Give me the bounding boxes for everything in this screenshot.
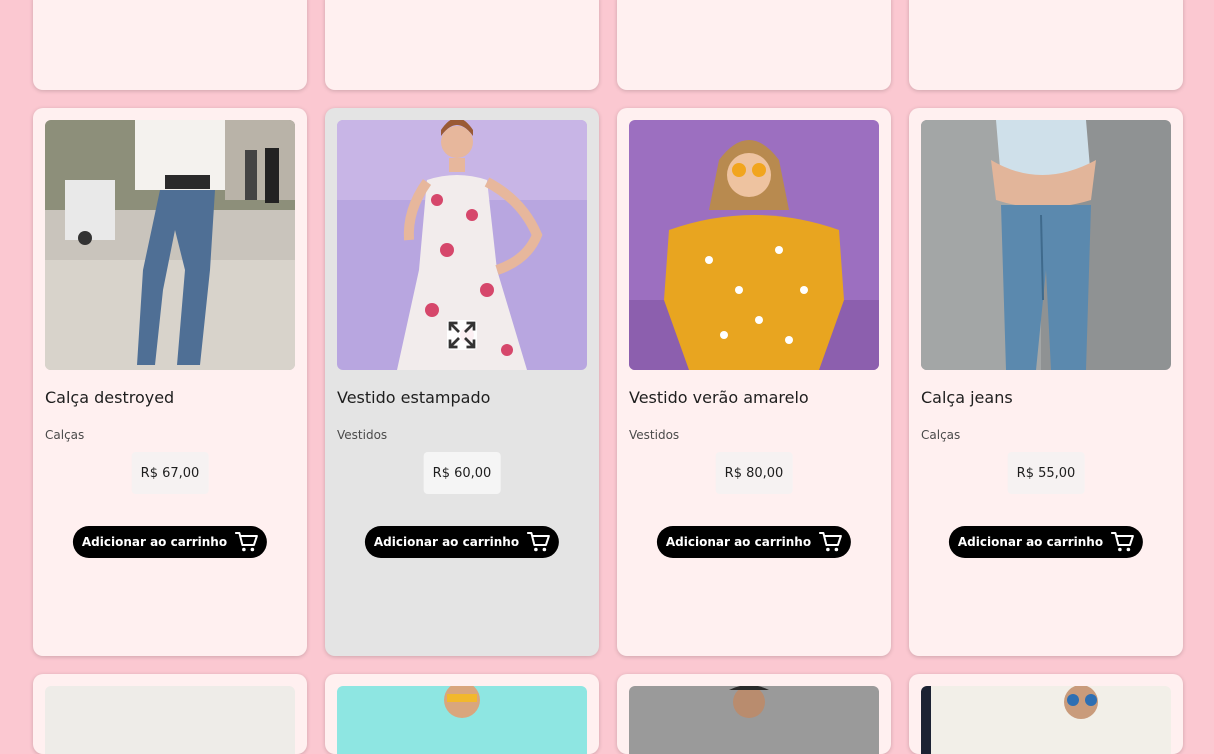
add-to-cart-label: Adicionar ao carrinho — [81, 535, 228, 549]
product-card-calca-destroyed[interactable]: Calça destroyed Calças R$ 67,00 Adiciona… — [33, 108, 307, 656]
add-to-cart-button[interactable]: Adicionar ao carrinho — [656, 526, 852, 558]
cart-icon — [527, 531, 551, 553]
product-category: Calças — [921, 428, 961, 442]
expand-icon[interactable] — [447, 320, 477, 350]
product-card-calca-jeans[interactable]: Calça jeans Calças R$ 55,00 Adicionar ao… — [909, 108, 1183, 656]
product-title: Calça destroyed — [45, 388, 175, 407]
add-to-cart-label: Adicionar ao carrinho — [957, 535, 1104, 549]
add-to-cart-button[interactable]: Adicionar ao carrinho — [948, 526, 1144, 558]
product-card[interactable] — [617, 0, 891, 90]
cart-icon — [819, 531, 843, 553]
product-card-vestido-estampado[interactable]: Vestido estampado Vestidos R$ 60,00 Adic… — [325, 108, 599, 656]
product-price: R$ 67,00 — [131, 452, 209, 494]
product-card-vestido-verao-amarelo[interactable]: Vestido verão amarelo Vestidos R$ 80,00 … — [617, 108, 891, 656]
product-photo[interactable] — [921, 686, 1171, 754]
product-photo[interactable] — [45, 686, 295, 754]
add-to-cart-button[interactable]: Adicionar ao carrinho — [364, 526, 560, 558]
product-grid: Calça destroyed Calças R$ 67,00 Adiciona… — [33, 0, 1183, 754]
product-category: Calças — [45, 428, 85, 442]
product-price: R$ 60,00 — [423, 452, 501, 494]
cart-icon — [235, 531, 259, 553]
product-title: Vestido estampado — [337, 388, 491, 407]
product-card[interactable] — [325, 674, 599, 754]
product-card[interactable] — [325, 0, 599, 90]
cart-icon — [1111, 531, 1135, 553]
product-photo-floral-dress[interactable] — [337, 120, 587, 370]
product-title: Calça jeans — [921, 388, 1013, 407]
product-photo-jeans-street[interactable] — [45, 120, 295, 370]
product-category: Vestidos — [337, 428, 388, 442]
product-card[interactable] — [617, 674, 891, 754]
product-photo[interactable] — [629, 686, 879, 754]
product-card[interactable] — [909, 0, 1183, 90]
product-price: R$ 55,00 — [1007, 452, 1085, 494]
product-price: R$ 80,00 — [715, 452, 793, 494]
product-photo-jeans-grey[interactable] — [921, 120, 1171, 370]
product-title: Vestido verão amarelo — [629, 388, 809, 407]
add-to-cart-label: Adicionar ao carrinho — [665, 535, 812, 549]
add-to-cart-button[interactable]: Adicionar ao carrinho — [72, 526, 268, 558]
add-to-cart-label: Adicionar ao carrinho — [373, 535, 520, 549]
product-card[interactable] — [33, 0, 307, 90]
product-card[interactable] — [909, 674, 1183, 754]
product-photo[interactable] — [337, 686, 587, 754]
product-photo-yellow-dress[interactable] — [629, 120, 879, 370]
product-card[interactable] — [33, 674, 307, 754]
product-category: Vestidos — [629, 428, 680, 442]
